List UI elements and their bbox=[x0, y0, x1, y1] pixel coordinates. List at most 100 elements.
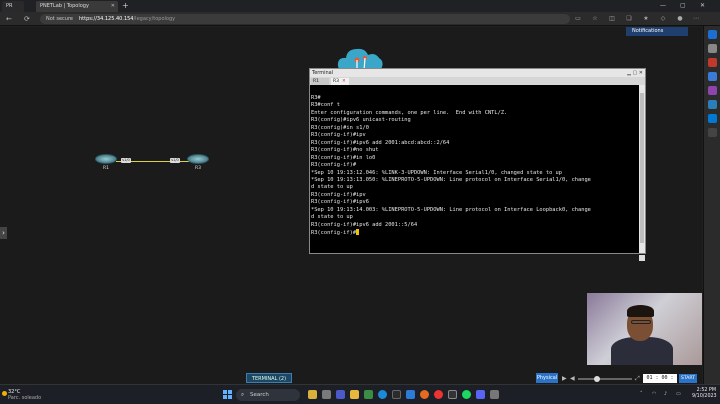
favorites-bar-icon[interactable]: ★ bbox=[642, 15, 650, 23]
firefox-icon[interactable] bbox=[420, 390, 429, 399]
file-explorer-icon[interactable] bbox=[350, 390, 359, 399]
search-icon[interactable] bbox=[708, 44, 717, 53]
start-button[interactable]: START bbox=[679, 374, 697, 383]
browser-tab-label: PR bbox=[6, 3, 13, 9]
zoom-slider[interactable] bbox=[578, 376, 632, 382]
discord-icon[interactable] bbox=[476, 390, 485, 399]
terminal-output[interactable]: R3# R3#conf t Enter configuration commands… bbox=[311, 95, 637, 247]
terminal-prompt-line[interactable]: R3(config-if)# bbox=[311, 229, 637, 237]
app-icon[interactable] bbox=[364, 390, 373, 399]
clock-date: 9/10/2023 bbox=[692, 394, 717, 399]
start-label: START bbox=[681, 376, 695, 381]
router-r3[interactable]: R3 bbox=[187, 151, 209, 171]
add-icon[interactable] bbox=[708, 128, 717, 137]
browser-tab-active[interactable]: PNETLab | Topology ✕ bbox=[36, 1, 118, 12]
not-secure-label: Not secure bbox=[46, 16, 73, 22]
vscode-icon[interactable] bbox=[406, 390, 415, 399]
split-screen-icon[interactable]: ◫ bbox=[608, 15, 616, 23]
browser-tab[interactable]: PR bbox=[2, 1, 24, 12]
fullscreen-icon[interactable]: ⤢ bbox=[635, 374, 640, 383]
extensions-icon[interactable]: ◇ bbox=[659, 15, 667, 23]
start-menu-icon[interactable] bbox=[223, 390, 232, 399]
terminal-tab-r3[interactable]: R3 ✕ bbox=[331, 78, 349, 85]
maximize-icon[interactable]: ▢ bbox=[680, 0, 686, 12]
tools-icon[interactable] bbox=[708, 72, 717, 81]
physical-mode-button[interactable]: Physical bbox=[536, 373, 558, 383]
interface-label-r3: s1/0 bbox=[170, 158, 180, 163]
games-icon[interactable] bbox=[708, 86, 717, 95]
chat-icon[interactable] bbox=[336, 390, 345, 399]
terminal-line: R3(config-if)#no shut bbox=[311, 147, 379, 154]
terminal-toggle-button[interactable]: TERMINAL (2) bbox=[246, 373, 292, 383]
terminal-window[interactable]: Terminal ▁ ▢ ✕ R1 R3 ✕ R3# R3#conf t Enter … bbox=[309, 68, 646, 261]
terminal-line: R3(config-if)#ipv6 add 2001:abcd:abcd::2… bbox=[311, 139, 450, 146]
router-label: R1 bbox=[103, 166, 109, 171]
resize-grip[interactable] bbox=[639, 255, 645, 261]
terminal-line: *Sep 10 19:13:13.050: %LINEPROTO-5-UPDOW… bbox=[311, 176, 591, 183]
play-icon[interactable]: ▶ bbox=[562, 374, 567, 383]
edge-icon[interactable] bbox=[378, 390, 387, 399]
tray-chevron-icon[interactable]: ˄ bbox=[640, 391, 643, 397]
task-view-icon[interactable] bbox=[322, 390, 331, 399]
refresh-icon[interactable]: ⟳ bbox=[24, 14, 30, 24]
terminal-line: R3(config)#ipv6 unicast-routing bbox=[311, 117, 411, 124]
chrome-icon[interactable] bbox=[434, 390, 443, 399]
terminal-app-icon[interactable] bbox=[392, 390, 401, 399]
terminal-button-label: TERMINAL (2) bbox=[251, 376, 287, 382]
app-icon[interactable] bbox=[490, 390, 499, 399]
slider-knob[interactable] bbox=[594, 376, 600, 382]
profile-icon[interactable]: ● bbox=[676, 15, 684, 23]
terminal-prompt: R3(config-if)# bbox=[311, 230, 357, 237]
office-icon[interactable] bbox=[708, 100, 717, 109]
volume-icon[interactable]: ◀ bbox=[570, 374, 575, 383]
interface-label-r1: s1/0 bbox=[121, 158, 131, 163]
person-glasses bbox=[631, 320, 651, 324]
close-window-icon[interactable]: ✕ bbox=[700, 0, 705, 12]
screen: PR PNETLab | Topology ✕ + — ▢ ✕ ← ⟳ Not … bbox=[0, 0, 720, 404]
expand-panel-icon[interactable]: › bbox=[0, 227, 7, 239]
address-bar[interactable]: Not secure https://34.125.40.154/legacy/t… bbox=[40, 14, 570, 24]
notifications-label: Notifications bbox=[632, 28, 664, 34]
url-host: https://34.125.40.154 bbox=[78, 16, 134, 22]
terminal-line: Enter configuration commands, one per li… bbox=[311, 109, 508, 116]
terminal-line: *Sep 10 19:13:14.003: %LINEPROTO-5-UPDOW… bbox=[311, 206, 591, 213]
weather-desc: Parc. soleado bbox=[8, 395, 42, 401]
window-controls[interactable]: ▁ ▢ ✕ bbox=[627, 69, 643, 77]
terminal-line: R3(config-if)#ipv6 bbox=[311, 199, 369, 206]
close-tab-icon[interactable]: ✕ bbox=[111, 1, 115, 12]
close-tab-icon[interactable]: ✕ bbox=[342, 79, 346, 84]
widgets-icon[interactable] bbox=[308, 390, 317, 399]
favorite-icon[interactable]: ☆ bbox=[591, 15, 599, 23]
spotify-icon[interactable] bbox=[462, 390, 471, 399]
shopping-icon[interactable] bbox=[708, 58, 717, 67]
volume-icon[interactable]: ♪ bbox=[664, 391, 667, 397]
back-icon[interactable]: ← bbox=[6, 14, 12, 24]
copilot-icon[interactable] bbox=[708, 30, 717, 39]
taskbar-search[interactable]: ⌕ Search bbox=[236, 389, 300, 401]
terminal-tab-r1[interactable]: R1 bbox=[311, 78, 329, 85]
terminal-titlebar[interactable]: Terminal ▁ ▢ ✕ bbox=[310, 69, 645, 77]
navigation-bar: ← ⟳ Not secure https://34.125.40.154/lega… bbox=[0, 12, 720, 26]
new-tab-button[interactable]: + bbox=[122, 1, 129, 11]
scrollbar-thumb[interactable] bbox=[640, 93, 644, 243]
terminal-line: R3(config-if)#ipv6 add 2001::5/64 bbox=[311, 221, 418, 228]
collections-icon[interactable]: ❏ bbox=[625, 15, 633, 23]
battery-icon[interactable]: ▭ bbox=[676, 391, 681, 397]
terminal-line: R3#conf t bbox=[311, 102, 340, 109]
wifi-icon[interactable]: ◠ bbox=[652, 391, 656, 397]
terminal-scrollbar[interactable] bbox=[639, 85, 645, 253]
outlook-icon[interactable] bbox=[708, 114, 717, 123]
app-icon[interactable] bbox=[448, 390, 457, 399]
weather-widget[interactable]: 32°C Parc. soleado bbox=[8, 389, 41, 401]
lab-timer[interactable]: 01 : 00 : 00 bbox=[643, 374, 677, 390]
taskbar-clock[interactable]: 2:52 PM 9/10/2023 bbox=[692, 388, 717, 400]
terminal-line: R3# bbox=[311, 95, 321, 101]
tab-search-icon[interactable]: ▭ bbox=[574, 15, 582, 23]
minimize-icon[interactable]: — bbox=[660, 0, 666, 12]
more-menu-icon[interactable]: ⋯ bbox=[692, 15, 700, 23]
terminal-title: Terminal bbox=[312, 70, 334, 76]
text-cursor bbox=[356, 229, 360, 236]
notifications-panel[interactable]: Notifications bbox=[626, 27, 688, 36]
terminal-line: R3(config-if)#ipv bbox=[311, 132, 366, 139]
router-r1[interactable]: R1 bbox=[95, 151, 117, 171]
